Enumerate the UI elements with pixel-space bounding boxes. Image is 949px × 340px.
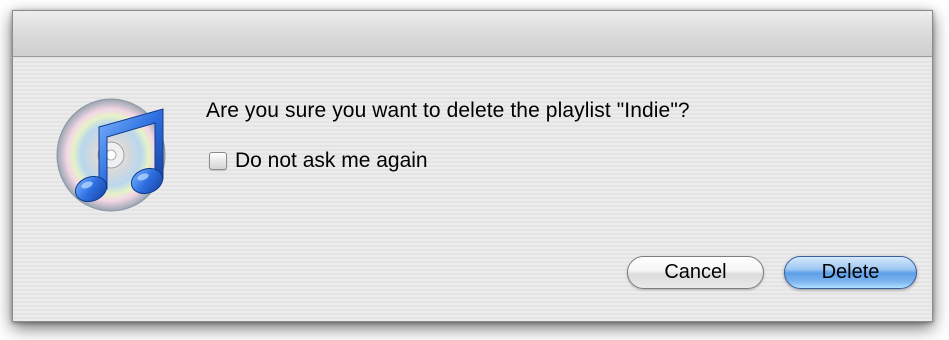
itunes-app-icon <box>56 98 166 212</box>
cancel-button[interactable]: Cancel <box>627 256 764 289</box>
delete-playlist-dialog: Are you sure you want to delete the play… <box>12 10 933 322</box>
dialog-titlebar <box>13 11 932 57</box>
delete-button[interactable]: Delete <box>784 256 917 289</box>
do-not-ask-again-label[interactable]: Do not ask me again <box>235 149 428 173</box>
dialog-message: Are you sure you want to delete the play… <box>206 99 690 122</box>
do-not-ask-again-option[interactable]: Do not ask me again <box>209 149 428 173</box>
do-not-ask-again-checkbox[interactable] <box>209 152 227 170</box>
